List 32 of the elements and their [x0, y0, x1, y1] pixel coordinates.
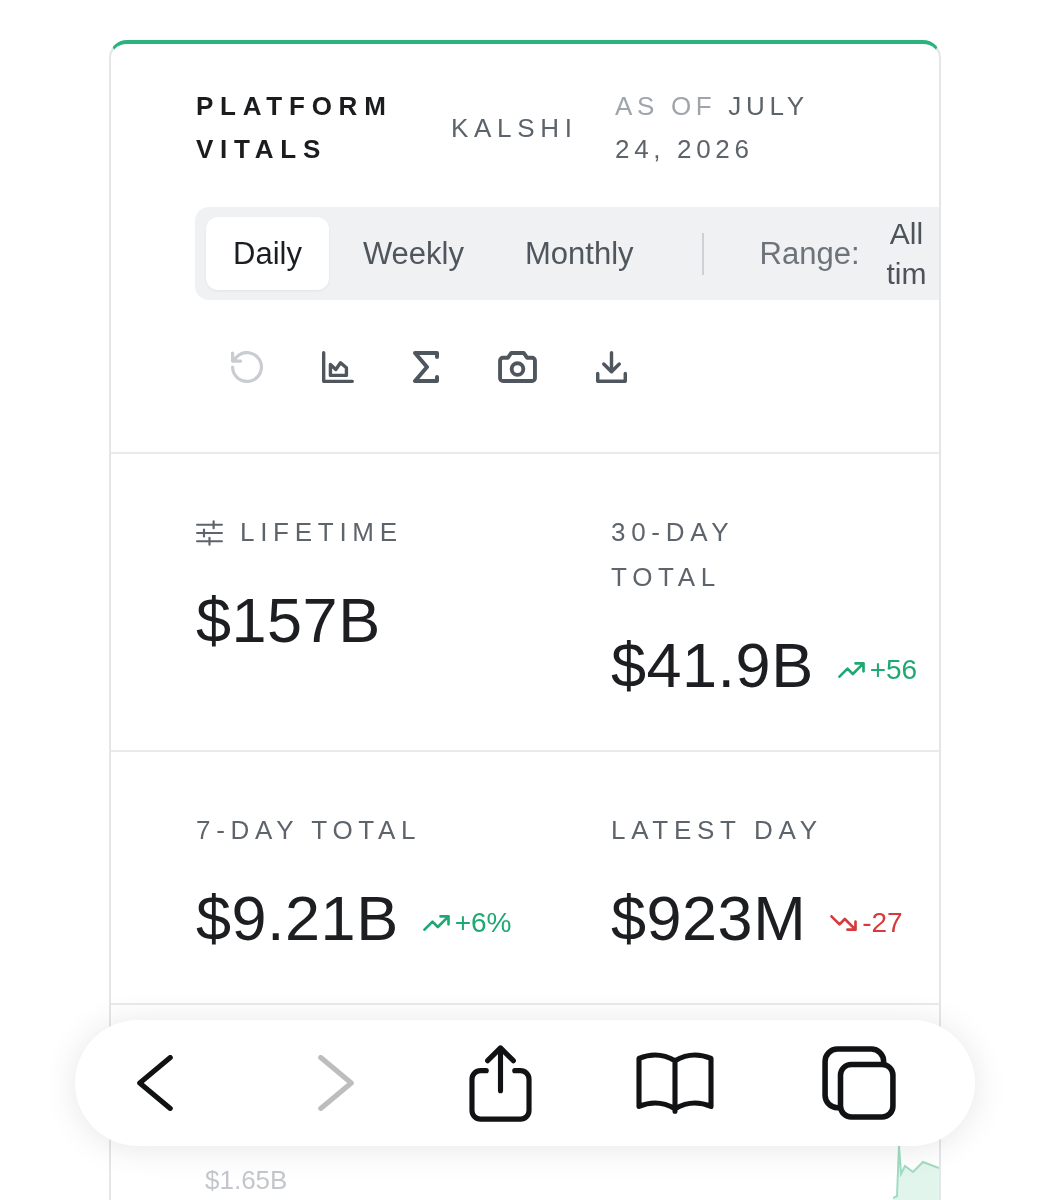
source-label: KALSHI [451, 111, 579, 145]
range-selector[interactable]: All tim [877, 213, 936, 294]
date-label: AS OF JULY 24, 2026 [615, 90, 810, 166]
metric-value: $41.9B [611, 629, 814, 702]
area-chart-icon[interactable] [322, 351, 354, 383]
metric-label: 30-DAY TOTAL [611, 516, 735, 594]
trend-up-icon [422, 915, 450, 931]
axis-label: $1.65B [205, 1166, 288, 1194]
metric-label: 7-DAY TOTAL [196, 814, 422, 847]
range-label: Range: [759, 235, 860, 272]
tab[interactable]: Daily [206, 217, 329, 290]
metric-value: $923M [611, 882, 807, 955]
share-icon[interactable] [469, 1044, 532, 1122]
metric-label: LIFETIME [240, 516, 403, 549]
open-book-icon[interactable] [636, 1051, 714, 1115]
trend-down-icon [830, 915, 858, 931]
tab[interactable]: Monthly [498, 217, 661, 290]
metric-label: LATEST DAY [611, 814, 823, 847]
metric-value: $9.21B [196, 882, 399, 955]
tab[interactable]: Weekly [335, 217, 491, 290]
overlapping-squares-icon[interactable] [822, 1046, 896, 1120]
camera-icon[interactable] [498, 351, 537, 383]
trend-up-icon [837, 662, 865, 678]
change-percent: +56 [869, 654, 918, 686]
change-percent: -27 [862, 907, 903, 939]
chart-sparkline [893, 1144, 939, 1200]
download-icon[interactable] [596, 351, 627, 383]
change-percent: +6% [454, 907, 512, 939]
metric-value: $157B [196, 584, 381, 657]
dashboard-title: PLATFORM VITALS [196, 90, 394, 166]
sigma-icon[interactable] [413, 351, 439, 383]
chevron-left-icon[interactable] [137, 1055, 173, 1111]
